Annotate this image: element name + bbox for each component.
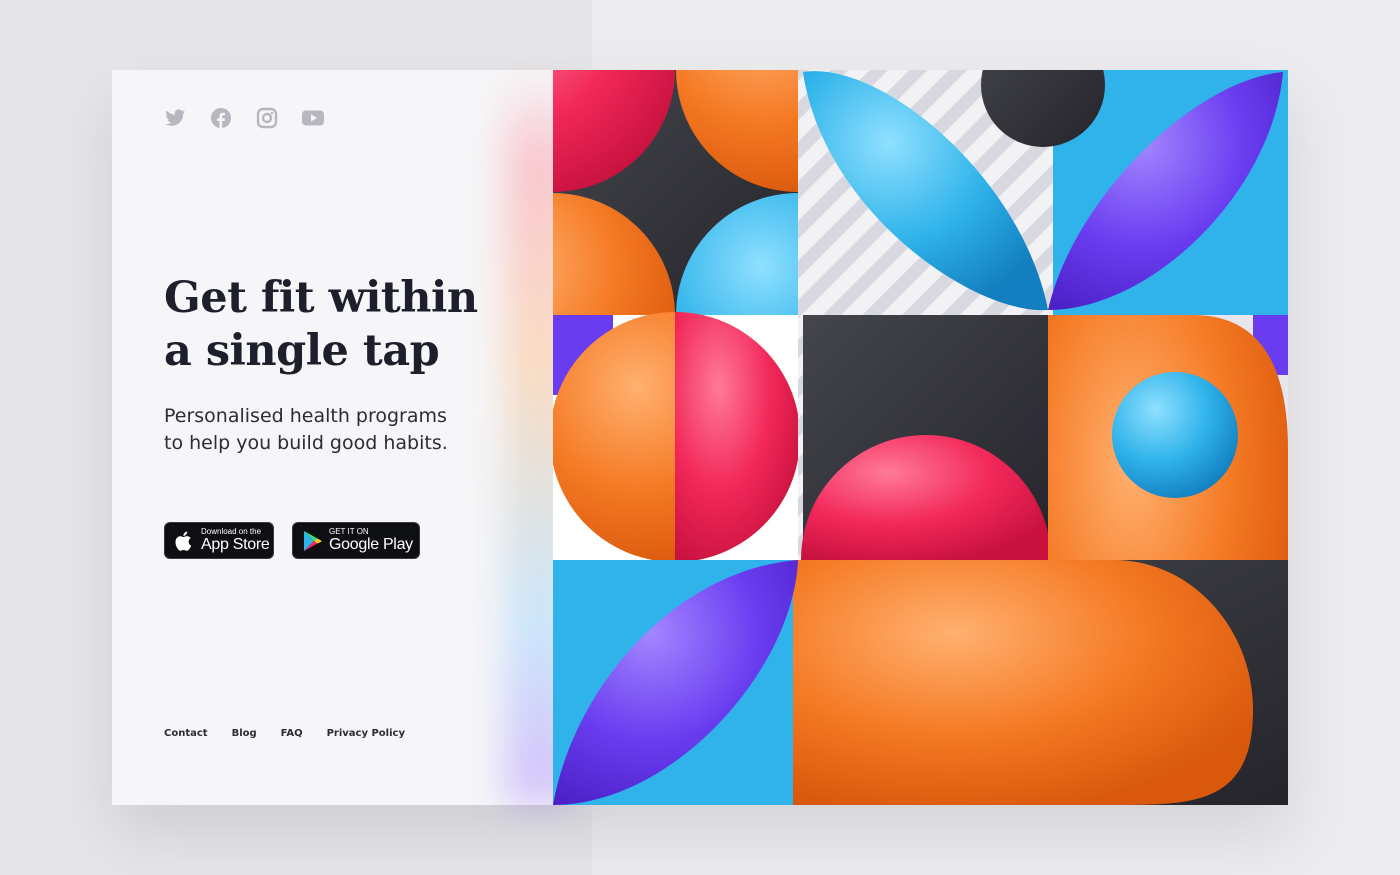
subtext-line-1: Personalised health programs [164, 405, 447, 427]
facebook-icon[interactable] [209, 107, 233, 129]
hero-headline: Get fit within a single tap [164, 272, 478, 378]
headline-line-2: a single tap [164, 326, 440, 376]
footer-link-privacy-policy[interactable]: Privacy Policy [327, 728, 405, 739]
app-store-small-label: Download on the [201, 527, 262, 536]
social-links [163, 107, 325, 129]
instagram-icon[interactable] [255, 107, 279, 129]
hero-artwork [553, 70, 1288, 805]
app-store-button[interactable]: Download on the App Store [164, 522, 274, 559]
footer-link-blog[interactable]: Blog [232, 728, 257, 739]
google-play-small-label: GET IT ON [329, 527, 369, 536]
app-store-label: App Store [201, 536, 270, 553]
apple-icon [173, 529, 195, 553]
headline-line-1: Get fit within [164, 273, 478, 323]
twitter-icon[interactable] [163, 107, 187, 129]
hero-subtext: Personalised health programs to help you… [164, 403, 448, 457]
footer-nav: Contact Blog FAQ Privacy Policy [164, 728, 429, 739]
google-play-label: Google Play [329, 536, 413, 553]
google-play-button[interactable]: GET IT ON Google Play [292, 522, 420, 559]
footer-link-faq[interactable]: FAQ [281, 728, 303, 739]
subtext-line-2: to help you build good habits. [164, 432, 448, 454]
youtube-icon[interactable] [301, 107, 325, 129]
footer-link-contact[interactable]: Contact [164, 728, 208, 739]
abstract-shapes-illustration [553, 70, 1288, 805]
google-play-icon [301, 529, 323, 553]
